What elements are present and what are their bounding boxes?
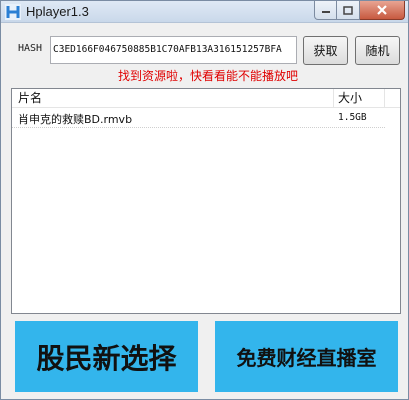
minimize-icon — [321, 11, 330, 13]
file-list[interactable]: 片名 大小 肖申克的救赎BD.rmvb 1.5GB — [11, 88, 401, 314]
ad-banner-right[interactable]: 免费财经直播室 — [215, 321, 398, 392]
close-icon — [377, 5, 387, 15]
list-item[interactable]: 肖申克的救赎BD.rmvb 1.5GB — [12, 110, 385, 128]
title-bar[interactable]: Hplayer1.3 — [1, 1, 408, 23]
ad-banner-left[interactable]: 股民新选择 — [15, 321, 198, 392]
fetch-button[interactable]: 获取 — [303, 36, 348, 65]
status-message: 找到资源啦，快看看能不能播放吧 — [118, 69, 299, 83]
file-size: 1.5GB — [338, 112, 367, 123]
window-title: Hplayer1.3 — [26, 4, 89, 19]
minimize-button[interactable] — [314, 1, 337, 20]
app-window: Hplayer1.3 HASH C3ED166F046750885B1C70AF… — [0, 0, 409, 400]
file-name: 肖申克的救赎BD.rmvb — [18, 113, 133, 126]
hash-input[interactable]: C3ED166F046750885B1C70AFB13A316151257BFA — [50, 36, 297, 64]
maximize-button[interactable] — [337, 1, 360, 20]
hash-label: HASH — [18, 43, 43, 54]
close-button[interactable] — [360, 1, 405, 20]
column-header-name[interactable]: 片名 — [12, 89, 334, 108]
list-header: 片名 大小 — [12, 89, 400, 108]
hplayer-app-icon — [5, 4, 21, 20]
column-header-size[interactable]: 大小 — [335, 89, 385, 108]
maximize-icon — [343, 5, 353, 15]
random-button[interactable]: 随机 — [355, 36, 400, 65]
